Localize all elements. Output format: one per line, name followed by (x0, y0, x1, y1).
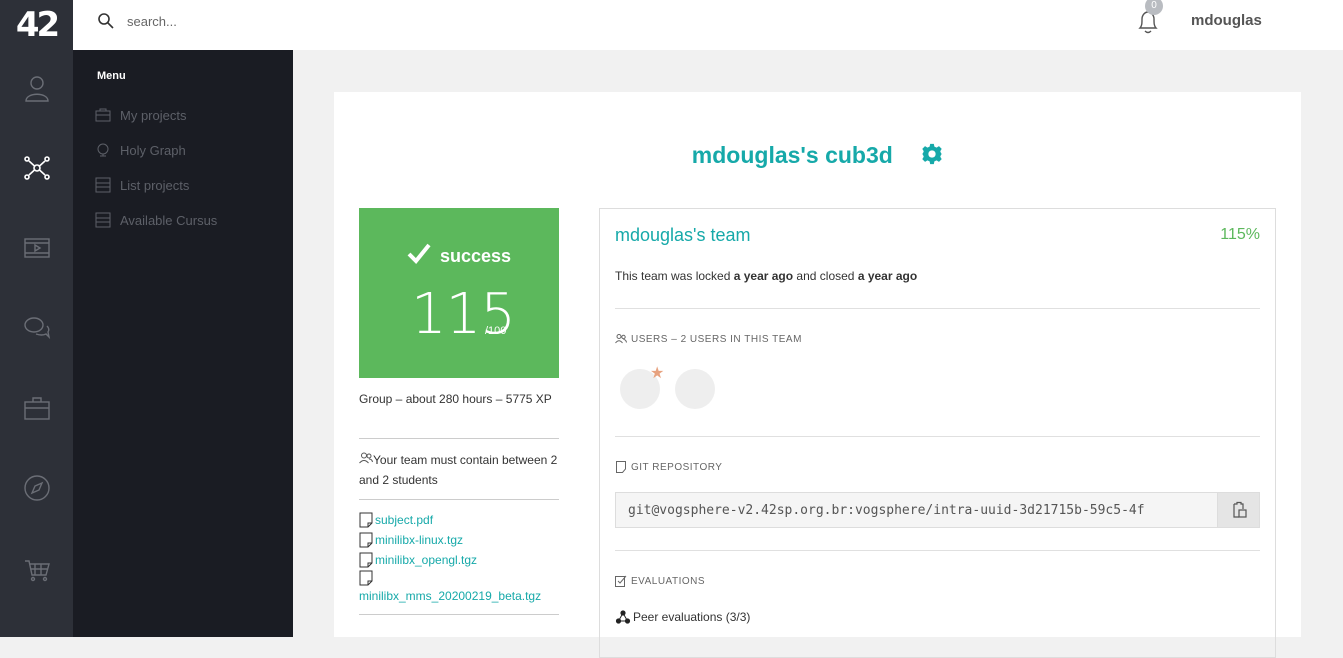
evaluations-section-label: EVALUATIONS (615, 575, 705, 587)
rail-forum[interactable] (0, 298, 73, 358)
divider (615, 550, 1260, 551)
users-icon (359, 452, 373, 464)
icon-rail: 42 (0, 0, 73, 637)
menu-title: Menu (97, 70, 126, 82)
project-title: mdouglas's cub3d (334, 142, 1301, 169)
top-bar: 0 mdouglas (73, 0, 1343, 50)
file-link[interactable]: minilibx_opengl.tgz (359, 550, 559, 570)
file-name: minilibx-linux.tgz (375, 533, 464, 547)
project-details: Group – about 280 hours – 5775 XP (359, 392, 552, 406)
menu-item-available-cursus[interactable]: Available Cursus (95, 210, 217, 230)
holy-graph-icon (23, 156, 50, 180)
users-label-text: USERS – 2 USERS IN THIS TEAM (631, 333, 802, 345)
list-icon (95, 212, 111, 228)
rail-profile[interactable] (0, 58, 73, 118)
users-section-label: USERS – 2 USERS IN THIS TEAM (615, 333, 802, 345)
file-name: minilibx_opengl.tgz (375, 553, 478, 567)
file-link[interactable]: minilibx_mms_20200219_beta.tgz (359, 586, 559, 606)
team-panel: mdouglas's team 115% This team was locke… (599, 208, 1276, 658)
gear-icon[interactable] (921, 143, 943, 165)
rail-videos[interactable] (0, 218, 73, 278)
logo-42[interactable]: 42 (0, 0, 73, 50)
peer-evaluations-text: Peer evaluations (3/3) (633, 610, 751, 624)
lock-text: This team was locked (615, 269, 734, 283)
shop-cart-icon (24, 560, 50, 582)
git-section-label: GIT REPOSITORY (615, 461, 722, 473)
git-repo-field: git@vogsphere-v2.42sp.org.br:vogsphere/i… (615, 492, 1260, 528)
project-card: mdouglas's cub3d success 115 /100 Group … (334, 92, 1301, 658)
copy-button[interactable] (1217, 493, 1259, 527)
menu-item-label: Available Cursus (120, 212, 218, 228)
file-link[interactable]: subject.pdf (359, 510, 559, 530)
divider (359, 614, 559, 615)
clipboard-icon (1232, 501, 1247, 518)
evaluations-label-text: EVALUATIONS (631, 575, 706, 587)
rail-compass[interactable] (0, 458, 73, 518)
avatar[interactable] (675, 369, 715, 409)
users-icon (615, 334, 627, 344)
side-menu: Menu My projects Holy Graph List project… (73, 50, 293, 637)
file-link[interactable] (359, 570, 559, 586)
divider (615, 308, 1260, 309)
file-name: subject.pdf (375, 513, 434, 527)
menu-item-my-projects[interactable]: My projects (95, 105, 186, 125)
score-value: 115 (411, 282, 516, 347)
peer-network-icon (615, 610, 631, 624)
list-icon (95, 177, 111, 193)
graph-icon (97, 143, 109, 157)
leader-star-icon: ★ (650, 365, 665, 382)
close-time: a year ago (857, 269, 918, 283)
search-icon[interactable] (97, 12, 115, 30)
git-repo-url[interactable]: git@vogsphere-v2.42sp.org.br:vogsphere/i… (628, 503, 1218, 518)
rail-projects[interactable] (0, 378, 73, 438)
divider (359, 438, 559, 439)
rail-shop[interactable] (0, 538, 73, 598)
menu-item-label: My projects (120, 107, 187, 123)
status-label: success (439, 246, 512, 266)
logo-text: 42 (15, 5, 60, 45)
menu-item-holy-graph[interactable]: Holy Graph (95, 140, 186, 160)
file-list: subject.pdf minilibx-linux.tgz minilibx_… (359, 510, 559, 606)
peer-evaluations[interactable]: Peer evaluations (3/3) (615, 609, 750, 625)
close-text: and closed (793, 269, 858, 283)
team-rule-text: Your team must contain between 2 and 2 s… (359, 453, 558, 487)
score-max: /100 (485, 325, 507, 337)
briefcase-icon (23, 397, 50, 420)
forum-icon (23, 317, 50, 340)
project-title-text: mdouglas's cub3d (691, 142, 893, 168)
file-icon (359, 552, 373, 568)
video-icon (23, 238, 50, 258)
file-icon (359, 570, 373, 586)
team-grade: 115% (1220, 226, 1260, 243)
profile-icon (24, 76, 49, 102)
file-icon (616, 461, 626, 473)
file-icon (359, 512, 373, 528)
file-icon (359, 532, 373, 548)
file-name: minilibx_mms_20200219_beta.tgz (359, 589, 542, 603)
team-lock-status: This team was locked a year ago and clos… (615, 269, 917, 283)
score-status: success (359, 242, 559, 267)
rail-holy-graph[interactable] (0, 138, 73, 198)
divider (615, 436, 1260, 437)
score-box: success 115 /100 (359, 208, 559, 378)
team-rule: Your team must contain between 2 and 2 s… (359, 450, 559, 490)
compass-icon (23, 475, 50, 501)
menu-item-list-projects[interactable]: List projects (95, 175, 189, 195)
lock-time: a year ago (733, 269, 794, 283)
checkmark-icon (407, 243, 431, 264)
briefcase-icon (95, 108, 111, 122)
file-link[interactable]: minilibx-linux.tgz (359, 530, 559, 550)
user-menu[interactable]: mdouglas (1191, 12, 1262, 29)
menu-item-label: Holy Graph (120, 142, 186, 158)
checklist-icon (615, 575, 627, 587)
search-input[interactable] (127, 10, 427, 32)
divider (359, 499, 559, 500)
git-label-text: GIT REPOSITORY (631, 461, 723, 473)
menu-item-label: List projects (120, 177, 190, 193)
team-name[interactable]: mdouglas's team (615, 225, 751, 246)
